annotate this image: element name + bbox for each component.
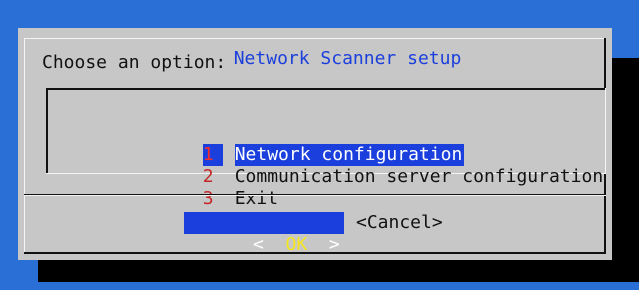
setup-dialog: Network Scanner setup Choose an option: … [18,28,612,260]
menu-item-communication-server-configuration[interactable]: 2 Communication server configuration [116,144,603,187]
dialog-prompt: Choose an option: [42,52,227,73]
button-separator-light [24,195,606,196]
menu-item-exit[interactable]: 3 Exit [116,166,278,209]
menu-item-network-configuration[interactable]: 1 Network configuration [116,122,465,166]
ok-button-label: OK [285,234,308,255]
menu-box: 1 Network configuration 2 Communication se… [46,88,606,209]
menu-item-label: Communication server configuration [234,166,604,187]
ok-button[interactable]: < OK > [184,212,344,255]
dialog-title-text: Network Scanner setup [231,48,464,69]
cancel-button[interactable]: <Cancel> [354,212,445,234]
menu-border-left [46,88,48,174]
menu-border-right [605,88,606,174]
ok-button-left-bracket: < [253,234,286,255]
ok-button-right-bracket: > [307,234,340,255]
menu-border-top [46,88,606,90]
terminal-screen: Network Scanner setup Choose an option: … [0,0,639,290]
menu-item-number: 3 [202,188,214,209]
menu-item-label: Exit [234,188,279,209]
